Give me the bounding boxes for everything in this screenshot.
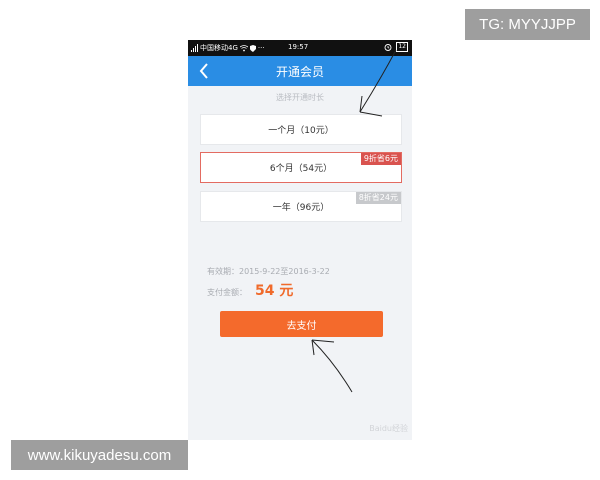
baidu-watermark: Baidu经验: [369, 424, 408, 433]
signal-icon: [191, 44, 198, 52]
plan-label: 一个月（10元）: [268, 126, 334, 136]
discount-badge: 8折省24元: [355, 192, 401, 204]
status-time: 19:57: [288, 43, 309, 51]
discount-badge: 9折省6元: [360, 153, 401, 165]
plan-option-1-month[interactable]: 一个月（10元）: [200, 114, 402, 145]
payment-amount: 54 元: [255, 283, 294, 299]
status-bar: 中国移动4G ··· 19:57 12: [188, 40, 412, 56]
status-left: 中国移动4G ···: [191, 43, 265, 53]
alarm-icon: [384, 44, 392, 51]
validity-text: 有效期：2015-9-22至2016-3-22: [207, 267, 330, 276]
plan-option-1-year[interactable]: 一年（96元） 8折省24元: [200, 191, 402, 222]
plan-label: 一年（96元）: [272, 203, 330, 213]
payment-label: 支付金额：: [207, 288, 247, 297]
carrier-label: 中国移动4G: [200, 44, 238, 52]
site-watermark: www.kikuyadesu.com: [11, 440, 188, 470]
wifi-icon: [239, 44, 248, 51]
battery-icon: 12: [396, 42, 408, 52]
plan-option-6-months[interactable]: 6个月（54元） 9折省6元: [200, 152, 402, 183]
section-hint: 选择开通时长: [276, 93, 324, 102]
status-right: 12: [384, 42, 408, 52]
pay-button[interactable]: 去支付: [220, 311, 383, 337]
shield-icon: [249, 44, 256, 52]
nav-bar: 开通会员: [188, 56, 412, 86]
tg-watermark: TG: MYYJJPP: [465, 9, 590, 40]
payment-row: 支付金额： 54 元: [207, 280, 293, 300]
phone-screen: 中国移动4G ··· 19:57 12 开通会员 选择开通时长 一个月（10元）…: [188, 40, 412, 440]
plan-label: 6个月（54元）: [269, 164, 333, 174]
more-icon: ···: [257, 44, 265, 52]
page-title: 开通会员: [275, 65, 324, 79]
